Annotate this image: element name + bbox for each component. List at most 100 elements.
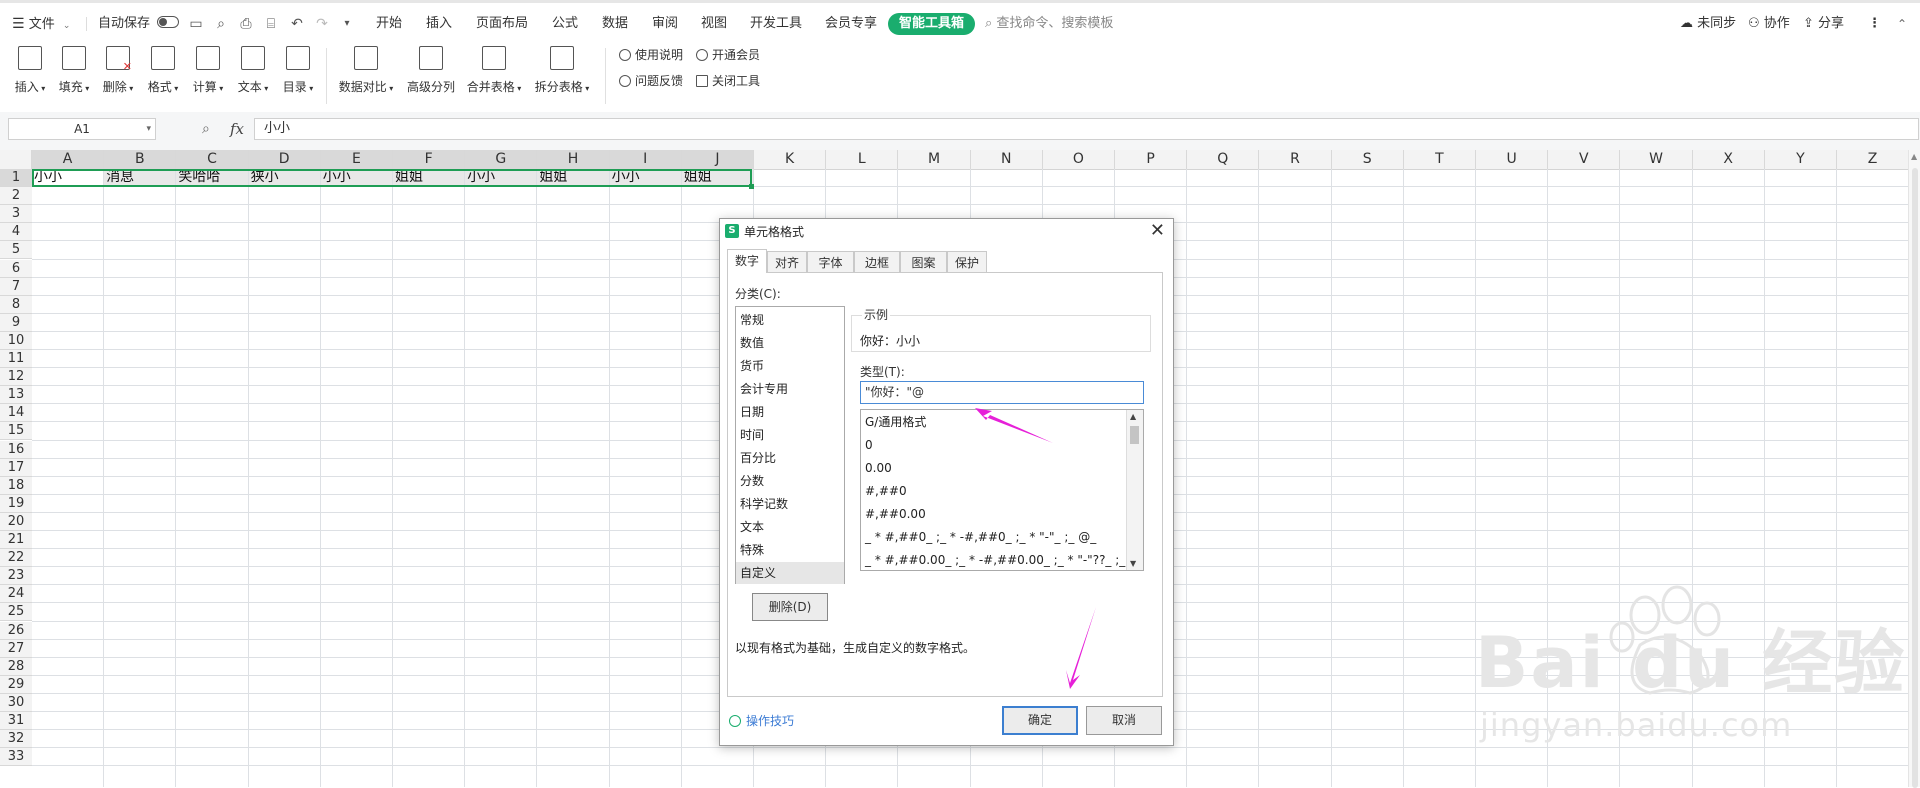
tab-protection[interactable]: 保护	[947, 251, 987, 273]
type-input[interactable]: "你好："@	[860, 381, 1144, 404]
delete-button[interactable]: 删除(D)	[752, 593, 828, 621]
type-item[interactable]: #,##0	[861, 480, 1127, 503]
tab-page-layout[interactable]: 页面布局	[476, 13, 528, 35]
column-header-q[interactable]: Q	[1187, 150, 1260, 169]
type-item[interactable]: #,##0.00	[861, 503, 1127, 526]
type-item[interactable]: _ * #,##0_ ;_ * -#,##0_ ;_ * "-"_ ;_ @_	[861, 526, 1127, 549]
cell-c1[interactable]: 笑哈哈	[176, 169, 248, 186]
category-item[interactable]: 自定义	[736, 562, 844, 584]
command-search[interactable]: ⌕ 查找命令、搜索模板	[985, 13, 1113, 35]
type-item[interactable]: _ * #,##0.00_ ;_ * -#,##0.00_ ;_ * "-"??…	[861, 549, 1127, 570]
row-header-1[interactable]: 1	[0, 169, 32, 187]
type-item[interactable]: 0.00	[861, 457, 1127, 480]
cell-e1[interactable]: 小小	[320, 169, 392, 186]
tab-alignment[interactable]: 对齐	[767, 251, 807, 273]
share-button[interactable]: ⇪ 分享	[1803, 13, 1844, 35]
category-list[interactable]: 常规 数值 货币 会计专用 日期 时间 百分比 分数 科学记数 文本 特殊 自定义	[735, 306, 845, 584]
row-header-17[interactable]: 17	[0, 458, 32, 477]
save-icon[interactable]: ▭	[188, 16, 204, 32]
row-header-33[interactable]: 33	[0, 748, 32, 767]
fill-handle[interactable]	[749, 184, 754, 189]
column-header-x[interactable]: X	[1693, 150, 1765, 169]
row-header-14[interactable]: 14	[0, 404, 32, 423]
column-header-u[interactable]: U	[1476, 150, 1549, 169]
row-header-28[interactable]: 28	[0, 657, 32, 676]
row-header-9[interactable]: 9	[0, 313, 32, 332]
cancel-button[interactable]: 取消	[1086, 706, 1162, 735]
column-header-w[interactable]: W	[1620, 150, 1693, 169]
more-options-icon[interactable]: ⋮	[1868, 13, 1881, 35]
row-header-15[interactable]: 15	[0, 422, 32, 441]
row-header-5[interactable]: 5	[0, 241, 32, 260]
row-header-10[interactable]: 10	[0, 331, 32, 350]
tab-formulas[interactable]: 公式	[552, 13, 578, 35]
row-header-26[interactable]: 26	[0, 621, 32, 640]
column-header-f[interactable]: F	[393, 150, 466, 169]
collapse-ribbon-icon[interactable]: ⌃	[1897, 13, 1907, 35]
column-header-v[interactable]: V	[1548, 150, 1621, 169]
column-header-b[interactable]: B	[104, 150, 177, 169]
column-header-r[interactable]: R	[1259, 150, 1332, 169]
formula-input[interactable]: 小小	[254, 118, 1919, 140]
cell-d1[interactable]: 狭小	[248, 169, 320, 186]
tab-border[interactable]: 边框	[854, 251, 900, 273]
collab-button[interactable]: ⚇ 协作	[1748, 13, 1790, 35]
cell-j1[interactable]: 姐姐	[681, 169, 753, 186]
column-header-s[interactable]: S	[1332, 150, 1404, 169]
row-header-2[interactable]: 2	[0, 187, 32, 206]
cell-g1[interactable]: 小小	[465, 169, 537, 186]
autosave-toggle[interactable]: 自动保存	[98, 13, 180, 35]
tab-review[interactable]: 审阅	[652, 13, 678, 35]
tab-member[interactable]: 会员专享	[825, 13, 877, 35]
close-icon[interactable]: ✕	[1150, 220, 1165, 242]
column-header-h[interactable]: H	[537, 150, 610, 169]
tab-font[interactable]: 字体	[807, 251, 854, 273]
select-all-corner[interactable]	[0, 150, 32, 169]
column-header-k[interactable]: K	[754, 150, 827, 169]
row-header-29[interactable]: 29	[0, 675, 32, 694]
row-header-30[interactable]: 30	[0, 693, 32, 712]
type-list-scrollbar[interactable]: ▲ ▼	[1126, 410, 1143, 570]
tab-pattern[interactable]: 图案	[900, 251, 947, 273]
type-item[interactable]: G/通用格式	[861, 411, 1127, 434]
tab-home[interactable]: 开始	[376, 13, 402, 35]
cell-f1[interactable]: 姐姐	[393, 169, 465, 186]
row-header-3[interactable]: 3	[0, 205, 32, 224]
row-header-16[interactable]: 16	[0, 440, 32, 459]
sync-status[interactable]: ☁ 未同步	[1680, 13, 1736, 35]
column-header-i[interactable]: I	[609, 150, 682, 169]
category-item[interactable]: 百分比	[736, 447, 844, 469]
type-list[interactable]: _ * #,##0.00_ ;_ * -#,##0.00_ ;_ * "-"??…	[860, 409, 1144, 571]
column-header-t[interactable]: T	[1404, 150, 1476, 169]
category-item[interactable]: 科学记数	[736, 493, 844, 515]
category-item[interactable]: 文本	[736, 516, 844, 538]
more-dropdown-icon[interactable]: ▾	[339, 16, 355, 32]
row-header-20[interactable]: 20	[0, 512, 32, 531]
redo-icon[interactable]: ↷	[314, 16, 330, 32]
column-header-m[interactable]: M	[898, 150, 971, 169]
category-item[interactable]: 日期	[736, 401, 844, 423]
row-header-8[interactable]: 8	[0, 295, 32, 314]
toc-tool-button[interactable]: 目录 ▾	[272, 46, 324, 95]
row-header-25[interactable]: 25	[0, 603, 32, 622]
cell-i1[interactable]: 小小	[609, 169, 681, 186]
row-header-11[interactable]: 11	[0, 350, 32, 368]
cell-h1[interactable]: 姐姐	[537, 169, 609, 186]
category-item[interactable]: 货币	[736, 355, 844, 377]
category-item[interactable]: 数值	[736, 332, 844, 354]
name-box[interactable]: A1 ▾	[8, 118, 156, 140]
cell-b1[interactable]: 消息	[104, 169, 176, 186]
column-header-o[interactable]: O	[1043, 150, 1115, 169]
row-header-32[interactable]: 32	[0, 730, 32, 749]
open-membership-link[interactable]: 开通会员	[696, 45, 760, 65]
tab-number[interactable]: 数字	[727, 249, 767, 273]
tab-view[interactable]: 视图	[701, 13, 727, 35]
merge-tables-button[interactable]: 合并表格 ▾	[465, 46, 523, 95]
file-menu[interactable]: ☰ 文件 ⌄	[12, 13, 70, 35]
column-header-n[interactable]: N	[971, 150, 1043, 169]
row-header-6[interactable]: 6	[0, 259, 32, 278]
scroll-up-icon[interactable]: ▲	[1911, 152, 1917, 161]
column-header-e[interactable]: E	[320, 150, 393, 169]
column-header-l[interactable]: L	[826, 150, 899, 169]
close-tool-link[interactable]: 关闭工具	[696, 71, 760, 91]
